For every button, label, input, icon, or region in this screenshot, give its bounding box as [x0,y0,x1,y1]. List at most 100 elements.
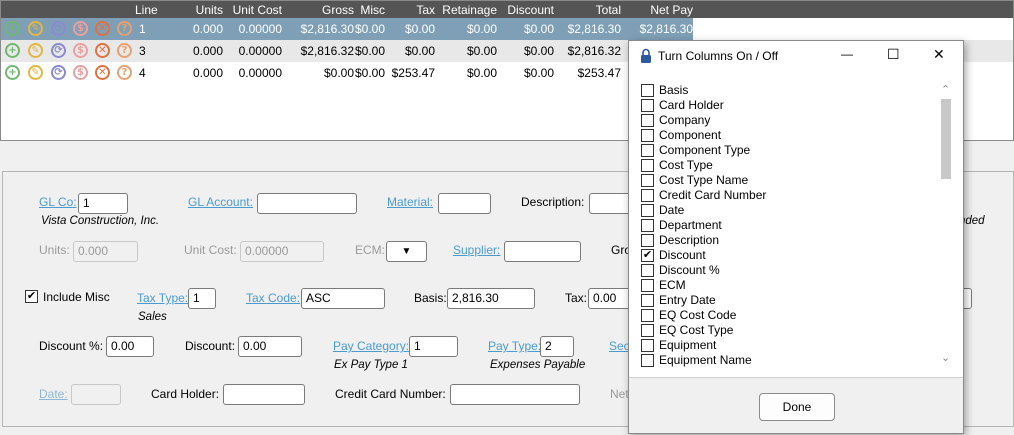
column-checkbox[interactable] [641,129,654,142]
description-label: Description: [521,195,585,209]
column-checkbox[interactable] [641,219,654,232]
gl-co-label[interactable]: GL Co: [39,195,77,209]
column-label: Discount % [659,263,720,277]
column-checkbox[interactable] [641,174,654,187]
cell-unit-cost: 0.00000 [238,44,282,58]
col-header-unit-cost[interactable]: Unit Cost [233,3,282,17]
table-row[interactable]: + ✎ ⟳ $ ✕ ? 1 0.000 0.00000 $2,816.30 $0… [1,18,693,40]
add-icon[interactable]: + [5,65,20,80]
help-icon[interactable]: ? [117,43,132,58]
supplier-label[interactable]: Supplier: [453,243,500,257]
column-checkbox[interactable] [641,264,654,277]
column-checkbox[interactable] [641,279,654,292]
include-misc-checkbox[interactable]: ✔ [25,290,38,303]
cell-units: 0.000 [192,44,223,58]
gl-account-input[interactable] [257,193,357,214]
dollar-icon[interactable]: $ [73,65,88,80]
delete-icon[interactable]: ✕ [95,21,110,36]
supplier-input[interactable] [504,241,581,262]
add-icon[interactable]: + [5,21,20,36]
edit-icon[interactable]: ✎ [28,65,43,80]
column-checkbox[interactable] [641,309,654,322]
ecm-dropdown[interactable]: ▼ [386,241,427,262]
basis-input[interactable]: 2,816.30 [447,288,535,309]
tax-type-label[interactable]: Tax Type: [137,291,188,305]
col-header-discount[interactable]: Discount [507,3,554,17]
cell-line: 1 [139,22,146,36]
close-icon[interactable]: ✕ [933,46,945,63]
column-label: EQ Cost Code [659,308,737,322]
maximize-icon[interactable]: ☐ [887,46,900,63]
column-label: Date [659,203,685,217]
pay-type-input[interactable]: 2 [540,336,574,357]
dialog-titlebar[interactable]: Turn Columns On / Off — ☐ ✕ [629,41,963,71]
scrollbar-thumb[interactable] [941,99,951,179]
units-label: Units: [39,243,70,257]
col-header-net-pay[interactable]: Net Pay [650,3,693,17]
help-icon[interactable]: ? [117,21,132,36]
gl-account-label[interactable]: GL Account: [188,195,253,209]
delete-icon[interactable]: ✕ [95,43,110,58]
table-row[interactable]: + ✎ ⟳ $ ✕ ? 4 0.000 0.00000 $0.00 $0.00 … [1,62,693,84]
dollar-icon[interactable]: $ [73,21,88,36]
sec-label-partial[interactable]: Sec [609,339,630,353]
material-input[interactable] [438,193,491,214]
column-checkbox[interactable] [641,144,654,157]
description-input[interactable] [589,193,631,214]
dollar-icon[interactable]: $ [73,43,88,58]
tax-code-input[interactable]: ASC [301,288,385,309]
column-checkbox[interactable] [641,354,654,367]
column-checkbox[interactable]: ✔ [641,249,654,262]
edit-icon[interactable]: ✎ [28,21,43,36]
column-checkbox[interactable] [641,99,654,112]
tax-input[interactable]: 0.00 [588,288,631,309]
edit-icon[interactable]: ✎ [28,43,43,58]
discount-pct-input[interactable]: 0.00 [106,336,154,357]
list-scrollbar[interactable]: ⌃ ⌄ [939,83,953,369]
done-button[interactable]: Done [759,393,835,421]
column-checkbox[interactable] [641,114,654,127]
cell-tax: $253.47 [391,66,435,80]
column-checkbox[interactable] [641,204,654,217]
minimize-icon[interactable]: — [841,47,853,61]
credit-card-number-input[interactable] [450,384,580,405]
pay-type-label[interactable]: Pay Type: [488,339,541,353]
scroll-down-icon[interactable]: ⌄ [941,351,950,364]
refresh-icon[interactable]: ⟳ [51,21,66,36]
column-checkbox[interactable] [641,339,654,352]
tax-code-label[interactable]: Tax Code: [246,291,300,305]
gl-co-name: Vista Construction, Inc. [41,215,160,227]
refresh-icon[interactable]: ⟳ [51,43,66,58]
col-header-misc[interactable]: Misc [360,3,385,17]
column-checkbox[interactable] [641,84,654,97]
column-label: Equipment [659,338,717,352]
col-header-units[interactable]: Units [196,3,223,17]
help-icon[interactable]: ? [117,65,132,80]
col-header-retainage[interactable]: Retainage [442,3,497,17]
col-header-gross[interactable]: Gross [322,3,354,17]
column-checkbox[interactable] [641,294,654,307]
add-icon[interactable]: + [5,43,20,58]
refresh-icon[interactable]: ⟳ [51,65,66,80]
material-label[interactable]: Material: [387,195,433,209]
table-row[interactable]: + ✎ ⟳ $ ✕ ? 3 0.000 0.00000 $2,816.32 $0… [1,40,693,62]
pay-category-input[interactable]: 1 [409,336,458,357]
col-header-tax[interactable]: Tax [416,3,435,17]
column-checkbox[interactable] [641,324,654,337]
col-header-line[interactable]: Line [135,3,158,17]
column-checkbox[interactable] [641,159,654,172]
discount-input[interactable]: 0.00 [238,336,302,357]
cell-gross: $0.00 [323,66,354,80]
cell-tax: $0.00 [404,22,435,36]
tax-type-input[interactable]: 1 [188,288,216,309]
scroll-up-icon[interactable]: ⌃ [941,83,950,96]
gl-co-input[interactable]: 1 [78,193,128,214]
cell-unit-cost: 0.00000 [238,66,282,80]
card-holder-input[interactable] [223,384,305,405]
col-header-total[interactable]: Total [596,3,621,17]
delete-icon[interactable]: ✕ [95,65,110,80]
column-checkbox[interactable] [641,234,654,247]
pay-category-label[interactable]: Pay Category: [333,339,409,353]
card-holder-label: Card Holder: [151,387,220,401]
column-checkbox[interactable] [641,189,654,202]
